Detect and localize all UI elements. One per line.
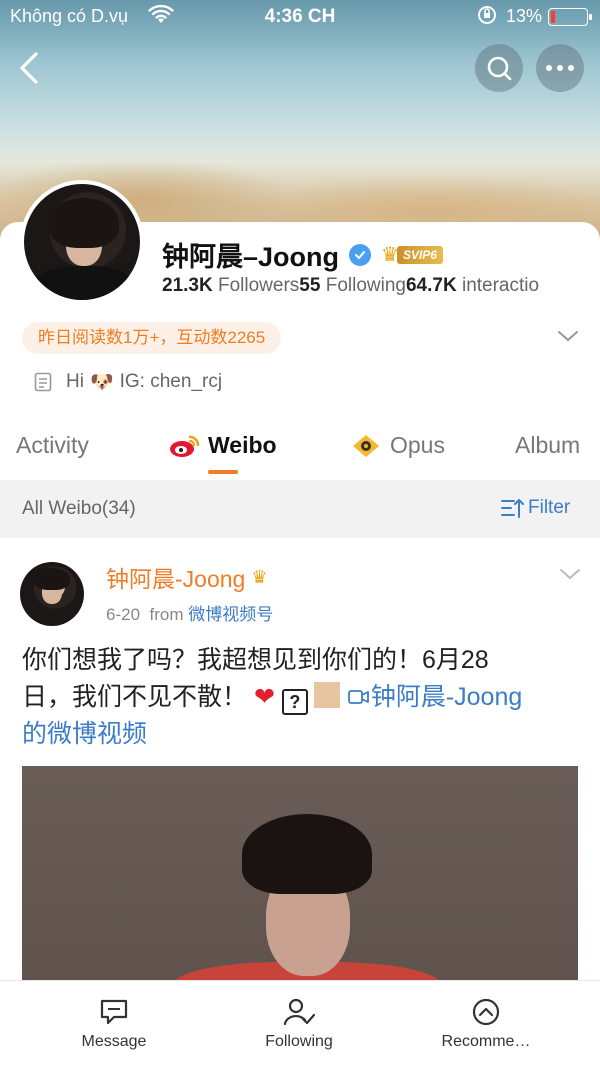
svip-tag: SVIP6 [396, 245, 443, 264]
tab-activity-label: Activity [16, 432, 89, 458]
message-icon [100, 999, 128, 1025]
recommend-button[interactable]: Recomme… [416, 997, 556, 1051]
verified-badge-icon[interactable] [349, 243, 372, 266]
profile-tabs: Activity Weibo Opus Album [0, 420, 600, 478]
recommend-label: Recomme… [441, 1033, 531, 1050]
following-button[interactable]: Following [229, 997, 369, 1051]
dog-emoji-icon: 🐶 [89, 372, 114, 393]
bottom-action-bar: Message Following Recomme… [0, 980, 600, 1067]
filter-button[interactable]: Filter [500, 497, 570, 519]
following-label: Following [325, 275, 406, 296]
chevron-up-circle-icon [472, 998, 500, 1026]
profile-bio: Hi 🐶 IG: chen_rcj [34, 370, 222, 394]
post-text: 你们想我了吗？我超想见到你们的！6月28 日，我们不见不散！ ❤ ? 钟阿晨-J… [22, 642, 582, 753]
status-bar: Không có D.vụ 4:36 CH 13% [0, 0, 600, 34]
weibo-logo-icon [170, 435, 200, 457]
interactions-count: 64.7K [405, 275, 457, 296]
followers-label: Followers [217, 275, 300, 296]
unknown-emoji-icon: ? [281, 689, 308, 715]
battery-percent: 13% [506, 6, 543, 26]
video-link-text: 钟阿晨-Joong [370, 683, 523, 711]
post-meta: 6-20 from 微博视频号 [106, 600, 273, 625]
weibo-filter-bar: All Weibo(34) Filter [0, 480, 600, 538]
profile-avatar[interactable] [20, 180, 144, 304]
tab-weibo-label: Weibo [208, 432, 277, 458]
tab-weibo[interactable]: Weibo [168, 432, 277, 459]
filter-label: Filter [528, 497, 571, 518]
skin-tone-emoji-icon [313, 682, 340, 708]
user-check-icon [283, 998, 315, 1026]
message-button[interactable]: Message [44, 997, 184, 1051]
bio-text: IG: chen_rcj [119, 371, 223, 392]
more-dots-icon [546, 65, 574, 71]
search-icon [487, 56, 512, 81]
profile-name: 钟阿晨–Joong [162, 242, 340, 272]
following-label: Following [265, 1033, 333, 1050]
document-icon [34, 372, 52, 392]
tab-album[interactable]: Album [515, 432, 580, 459]
weibo-post[interactable]: 钟阿晨-Joong ♛ 6-20 from 微博视频号 你们想我了吗？我超想见到… [0, 538, 600, 998]
profile-stats: 21.3K Followers55 Following64.7K interac… [162, 275, 600, 297]
expand-profile-button[interactable] [556, 328, 580, 349]
followers-stat[interactable]: 21.3K Followers [162, 275, 299, 296]
post-from-label: from [149, 605, 184, 624]
interactions-stat[interactable]: 64.7K interactio [406, 275, 539, 296]
filter-icon [501, 499, 524, 518]
active-tab-indicator [208, 470, 238, 474]
heart-emoji-icon: ❤ [253, 683, 275, 711]
video-icon [347, 690, 369, 704]
search-button[interactable] [475, 44, 523, 92]
battery-icon [548, 8, 592, 26]
tab-activity[interactable]: Activity [16, 432, 89, 459]
post-source-link[interactable]: 微博视频号 [188, 605, 273, 624]
post-author[interactable]: 钟阿晨-Joong ♛ [106, 560, 267, 594]
post-text-line1: 你们想我了吗？我超想见到你们的！6月28 [22, 646, 489, 674]
post-author-avatar[interactable] [20, 562, 84, 626]
following-count: 55 [299, 275, 321, 296]
rotation-lock-icon [476, 4, 498, 31]
tab-opus-label: Opus [390, 432, 445, 458]
followers-count: 21.3K [162, 275, 213, 296]
post-author-name: 钟阿晨-Joong [106, 566, 246, 592]
interactions-label: interactio [461, 275, 540, 296]
post-text-line2: 日，我们不见不散！ [22, 683, 248, 711]
back-button[interactable] [12, 46, 48, 90]
tab-album-label: Album [515, 432, 581, 458]
weibo-count: All Weibo(34) [22, 498, 136, 519]
following-stat[interactable]: 55 Following [299, 275, 406, 296]
profile-name-row: 钟阿晨–Joong ♛ SVIP6 [162, 235, 443, 274]
tab-opus[interactable]: Opus [350, 432, 445, 459]
post-menu-button[interactable] [558, 566, 582, 587]
crown-icon: ♛ [251, 566, 268, 587]
chevron-down-icon [558, 331, 578, 342]
read-stats-badge[interactable]: 昨日阅读数1万+，互动数2265 [22, 322, 282, 354]
chevron-down-icon [560, 569, 580, 580]
more-options-button[interactable] [536, 44, 584, 92]
post-video-thumbnail[interactable] [22, 766, 578, 998]
svip-badge[interactable]: ♛ SVIP6 [381, 244, 443, 266]
bio-prefix: Hi [66, 371, 84, 392]
message-label: Message [81, 1033, 147, 1050]
video-link-text-cont: 的微博视频 [22, 720, 148, 748]
opus-icon [353, 434, 379, 457]
post-date: 6-20 [106, 605, 141, 624]
